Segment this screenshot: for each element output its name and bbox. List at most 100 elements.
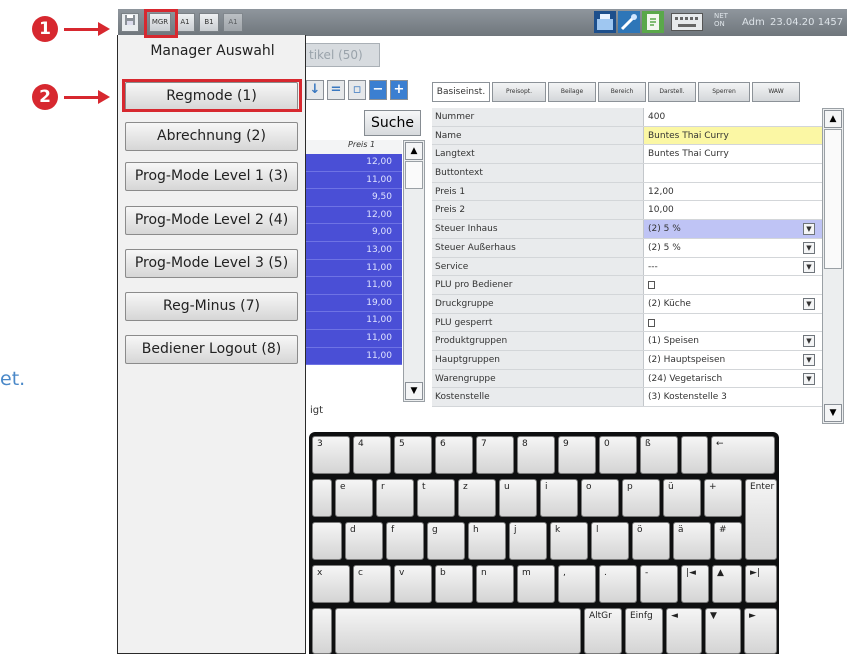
key-arrow-up[interactable]: ▲ xyxy=(712,565,742,603)
prog-mode-level-1-button[interactable]: Prog-Mode Level 1 (3) xyxy=(125,162,298,191)
key-n[interactable]: n xyxy=(476,565,514,603)
key-arrow-left[interactable]: ◄ xyxy=(666,608,702,654)
top-button-a1[interactable]: A1 xyxy=(175,13,195,32)
key-0[interactable]: 0 xyxy=(599,436,637,474)
key-x[interactable]: x xyxy=(312,565,350,603)
prog-mode-level-2-button[interactable]: Prog-Mode Level 2 (4) xyxy=(125,206,298,235)
key-backspace[interactable]: ← xyxy=(711,436,775,474)
select-field[interactable]: (2) 5 % ▼ xyxy=(644,220,822,238)
checkbox[interactable] xyxy=(648,281,655,290)
abrechnung-button[interactable]: Abrechnung (2) xyxy=(125,122,298,151)
plus-icon[interactable]: + xyxy=(390,80,408,100)
tab-waw[interactable]: WAW xyxy=(752,82,800,102)
bediener-logout-button[interactable]: Bediener Logout (8) xyxy=(125,335,298,364)
key-insert[interactable]: Einfg xyxy=(625,608,663,654)
key-o[interactable]: o xyxy=(581,479,619,517)
chevron-down-icon[interactable]: ▼ xyxy=(803,353,815,366)
search-button[interactable]: Suche xyxy=(364,110,421,136)
tab-preisopt[interactable]: Preisopt. xyxy=(492,82,546,102)
key-g[interactable]: g xyxy=(427,522,465,560)
field-value[interactable]: Buntes Thai Curry xyxy=(644,145,822,164)
price-cell[interactable]: 12,00 xyxy=(306,154,402,172)
keyboard-icon[interactable] xyxy=(671,13,703,31)
key-d[interactable]: d xyxy=(345,522,383,560)
tab-basiseinst[interactable]: Basiseinst. xyxy=(432,82,490,102)
key-ae[interactable]: ä xyxy=(673,522,711,560)
key-m[interactable]: m xyxy=(517,565,555,603)
scroll-down-icon[interactable]: ▼ xyxy=(824,404,842,422)
select-field[interactable]: (2) 5 % ▼ xyxy=(644,238,822,257)
scroll-thumb[interactable] xyxy=(405,161,423,189)
cash-register-icon[interactable] xyxy=(594,11,616,33)
select-field[interactable]: --- ▼ xyxy=(644,257,822,276)
price-cell[interactable]: 11,00 xyxy=(306,312,402,330)
price-cell[interactable]: 11,00 xyxy=(306,347,402,366)
checkbox[interactable] xyxy=(648,318,655,327)
key-l[interactable]: l xyxy=(591,522,629,560)
minus-icon[interactable]: − xyxy=(369,80,387,100)
key-sz[interactable]: ß xyxy=(640,436,678,474)
key-6[interactable]: 6 xyxy=(435,436,473,474)
prog-mode-level-3-button[interactable]: Prog-Mode Level 3 (5) xyxy=(125,249,298,278)
tab-darstell[interactable]: Darstell. xyxy=(648,82,696,102)
key-j[interactable]: j xyxy=(509,522,547,560)
key-p[interactable]: p xyxy=(622,479,660,517)
chevron-down-icon[interactable]: ▼ xyxy=(803,241,815,254)
select-field[interactable]: (3) Kostenstelle 3 xyxy=(644,388,822,406)
checkbox-field[interactable] xyxy=(644,313,822,332)
key-oe[interactable]: ö xyxy=(632,522,670,560)
key-5[interactable]: 5 xyxy=(394,436,432,474)
key-v[interactable]: v xyxy=(394,565,432,603)
name-field[interactable]: Buntes Thai Curry xyxy=(644,126,822,145)
key-comma[interactable]: , xyxy=(558,565,596,603)
reg-minus-button[interactable]: Reg-Minus (7) xyxy=(125,292,298,321)
price-cell[interactable]: 11,00 xyxy=(306,259,402,278)
key-enter[interactable]: Enter xyxy=(745,479,777,560)
price-cell[interactable]: 9,00 xyxy=(306,224,402,242)
grid-scrollbar[interactable]: ▲ ▼ xyxy=(822,108,844,424)
price-cell[interactable]: 13,00 xyxy=(306,241,402,260)
tools-icon[interactable] xyxy=(618,11,640,33)
down-arrow-icon[interactable]: ↓ xyxy=(306,80,324,100)
key-e[interactable]: e xyxy=(335,479,373,517)
select-field[interactable]: (2) Hauptspeisen ▼ xyxy=(644,350,822,369)
tab-bereich[interactable]: Bereich xyxy=(598,82,646,102)
select-field[interactable]: (24) Vegetarisch ▼ xyxy=(644,369,822,388)
key-w-partial[interactable] xyxy=(312,479,332,517)
price-cell[interactable]: 11,00 xyxy=(306,171,402,190)
key-7[interactable]: 7 xyxy=(476,436,514,474)
select-field[interactable]: (2) Küche ▼ xyxy=(644,294,822,313)
tab-beilage[interactable]: Beilage xyxy=(548,82,596,102)
chevron-down-icon[interactable]: ▼ xyxy=(803,297,815,310)
key-9[interactable]: 9 xyxy=(558,436,596,474)
key-arrow-right[interactable]: ► xyxy=(744,608,777,654)
new-page-icon[interactable]: ▫ xyxy=(348,80,366,100)
tab-sperren[interactable]: Sperren xyxy=(698,82,750,102)
key-k[interactable]: k xyxy=(550,522,588,560)
scroll-down-icon[interactable]: ▼ xyxy=(405,382,423,400)
key-b[interactable]: b xyxy=(435,565,473,603)
field-value[interactable]: 10,00 xyxy=(644,201,822,220)
field-value[interactable]: 12,00 xyxy=(644,182,822,201)
list-scrollbar[interactable]: ▲ ▼ xyxy=(403,140,425,402)
key-4[interactable]: 4 xyxy=(353,436,391,474)
field-value[interactable]: 400 xyxy=(644,108,822,126)
scroll-thumb[interactable] xyxy=(824,129,842,269)
key-h[interactable]: h xyxy=(468,522,506,560)
price-cell[interactable]: 19,00 xyxy=(306,294,402,313)
chevron-down-icon[interactable]: ▼ xyxy=(803,260,815,273)
key-s-partial[interactable] xyxy=(312,522,342,560)
price-cell[interactable]: 11,00 xyxy=(306,277,402,295)
key-altgr[interactable]: AltGr xyxy=(584,608,622,654)
key-ue[interactable]: ü xyxy=(663,479,701,517)
price-cell[interactable]: 12,00 xyxy=(306,206,402,225)
key-3[interactable]: 3 xyxy=(312,436,350,474)
checkbox-field[interactable] xyxy=(644,276,822,294)
floppy-save-icon[interactable] xyxy=(121,13,139,32)
select-field[interactable]: (1) Speisen ▼ xyxy=(644,332,822,350)
receipt-icon[interactable] xyxy=(642,11,664,33)
key-u[interactable]: u xyxy=(499,479,537,517)
key-minus[interactable]: - xyxy=(640,565,678,603)
key-home[interactable]: |◄ xyxy=(681,565,709,603)
key-t[interactable]: t xyxy=(417,479,455,517)
